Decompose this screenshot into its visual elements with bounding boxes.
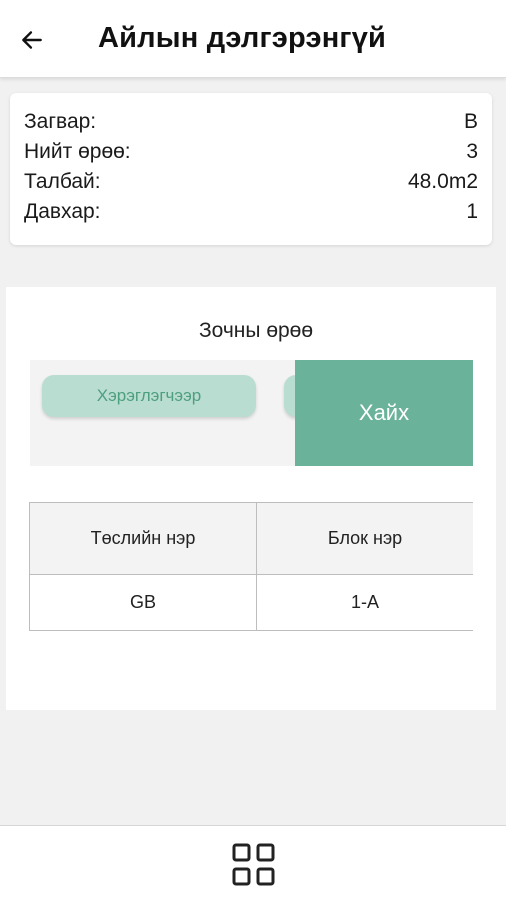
app-header: Айлын дэлгэрэнгүй bbox=[0, 0, 506, 78]
table-cell-project: GB bbox=[29, 574, 257, 631]
info-row-area: Талбай: 48.0m2 bbox=[24, 167, 478, 197]
column-header-project: Төслийн нэр bbox=[29, 502, 257, 575]
column-header-block: Блок нэр bbox=[256, 502, 473, 575]
table-cell-block: 1-A bbox=[256, 574, 473, 631]
table-header-row: Төслийн нэр Блок нэр bbox=[29, 502, 473, 575]
info-value: B bbox=[463, 110, 478, 133]
info-row-floor: Давхар: 1 bbox=[24, 197, 478, 227]
occupants-table: Төслийн нэр Блок нэр GB 1-A bbox=[29, 502, 473, 631]
info-row-model: Загвар: B bbox=[24, 107, 478, 137]
arrow-left-icon bbox=[22, 31, 42, 49]
table-container: Төслийн нэр Блок нэр GB 1-A bbox=[6, 287, 473, 710]
info-label: Талбай: bbox=[24, 170, 101, 193]
info-value: 3 bbox=[466, 140, 478, 163]
back-button[interactable] bbox=[14, 22, 50, 58]
guest-room-panel: Зочны өрөө Хэрэглэгчээр Хайх Төслийн нэр… bbox=[6, 287, 496, 710]
apartment-info-card: Загвар: B Нийт өрөө: 3 Талбай: 48.0m2 Да… bbox=[10, 93, 492, 245]
info-label: Загвар: bbox=[24, 110, 97, 133]
page-title: Айлын дэлгэрэнгүй bbox=[98, 22, 387, 54]
info-label: Давхар: bbox=[24, 200, 101, 223]
bottom-nav-bar bbox=[0, 825, 506, 900]
table-row[interactable]: GB 1-A bbox=[29, 574, 473, 631]
info-value: 1 bbox=[466, 200, 478, 223]
info-row-rooms: Нийт өрөө: 3 bbox=[24, 137, 478, 167]
grid-icon bbox=[232, 843, 275, 886]
info-value: 48.0m2 bbox=[407, 170, 478, 193]
info-label: Нийт өрөө: bbox=[24, 140, 131, 163]
grid-menu-button[interactable] bbox=[231, 842, 277, 888]
